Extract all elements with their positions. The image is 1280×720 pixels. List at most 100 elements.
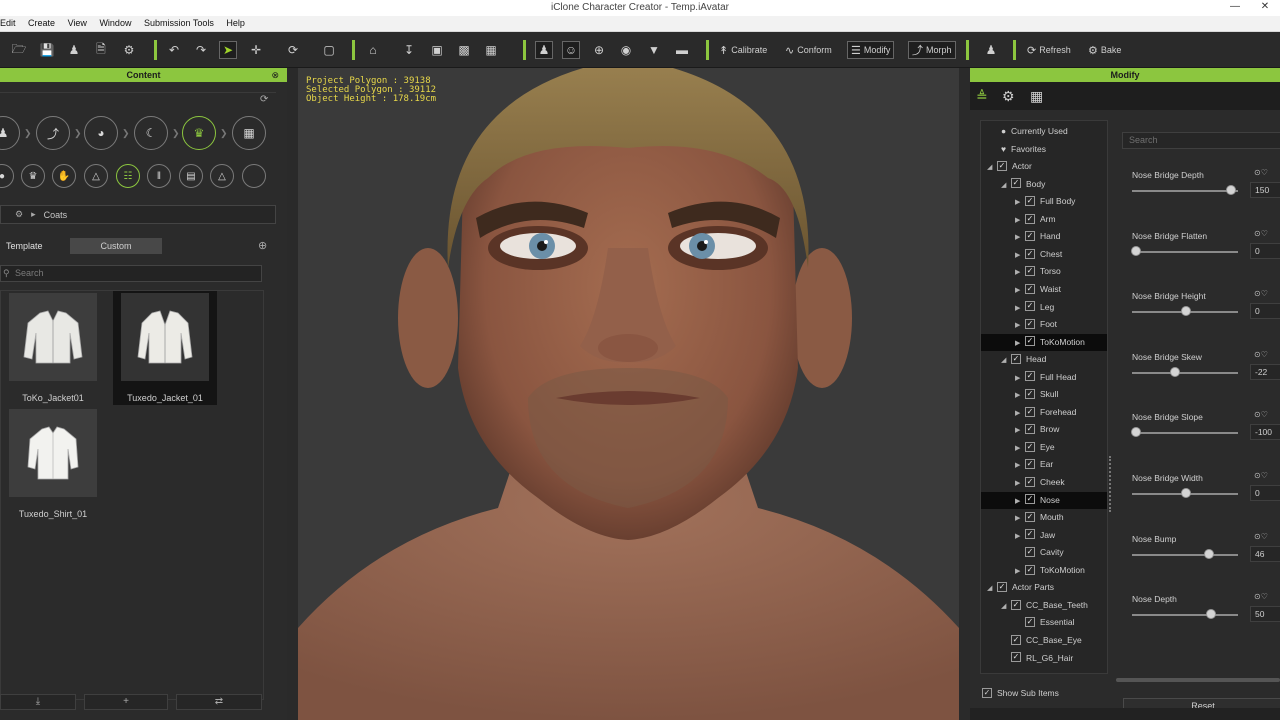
right-splitter[interactable] [959,68,970,720]
import-character-icon[interactable]: ♟ [65,41,83,59]
tree-item[interactable]: ◢ ✓ Head [981,351,1107,368]
bounding-box-icon[interactable]: ▬ [673,41,691,59]
expand-icon[interactable]: ▶ [1015,335,1025,352]
show-sub-items-checkbox[interactable]: ✓ Show Sub Items [982,686,1059,700]
tree-item[interactable]: ▶ ✓ Brow [981,421,1107,438]
slider-track[interactable] [1132,250,1238,253]
refresh-button[interactable]: ⟳ Refresh [1024,41,1074,59]
export-icon[interactable]: 🗎 [92,41,110,59]
content-item[interactable]: ToKo_Jacket01 [1,293,105,403]
expand-icon[interactable]: ▶ [1015,405,1025,422]
tree-checkbox[interactable]: ✓ [1025,617,1035,628]
tree-checkbox[interactable]: ✓ [1025,266,1035,277]
expand-icon[interactable]: ▶ [1015,317,1025,334]
tree-checkbox[interactable]: ✓ [1011,634,1021,645]
category-hair-icon[interactable]: ☾ [134,116,168,150]
download-button[interactable]: ⤓ [0,694,76,710]
sub-coat-icon[interactable]: ☷ [116,164,140,188]
tree-checkbox[interactable]: ✓ [1025,459,1035,470]
tree-scrollbar[interactable] [1109,456,1111,512]
sub-hat-icon[interactable]: ● [0,164,14,188]
lock-favorite-icon[interactable]: ⊙♡ [1254,471,1268,480]
tree-checkbox[interactable]: ✓ [1025,494,1035,505]
expand-icon[interactable]: ▶ [1015,493,1025,510]
slider-track[interactable] [1132,614,1238,617]
expand-icon[interactable]: ▶ [1015,387,1025,404]
sub-accessory-icon[interactable]: △ [210,164,234,188]
expand-icon[interactable]: ▶ [1015,510,1025,527]
replace-button[interactable]: ⇄ [176,694,262,710]
tree-checkbox[interactable]: ✓ [1025,195,1035,206]
morph-search-input[interactable]: Search [1122,132,1280,149]
tree-item[interactable]: ▶ ✓ Torso [981,263,1107,280]
lock-favorite-icon[interactable]: ⊙♡ [1254,592,1268,601]
tree-item[interactable]: ▶ ✓ Full Head [981,369,1107,386]
undo-icon[interactable]: ↶ [165,41,183,59]
expand-icon[interactable]: ▶ [1015,370,1025,387]
grid-floor-icon[interactable]: ▼ [645,41,663,59]
morph-button[interactable]: ⤴ Morph [908,41,956,59]
expand-icon[interactable]: ▶ [1015,457,1025,474]
tree-checkbox[interactable]: ✓ [1025,564,1035,575]
head-view-icon[interactable]: ☺ [562,41,580,59]
tree-checkbox[interactable]: ✓ [1011,652,1021,663]
frame-all-icon[interactable]: ▣ [428,41,446,59]
tree-item[interactable]: ▶ ✓ Ear [981,456,1107,473]
tree-item[interactable]: ▶ ✓ Hand [981,228,1107,245]
character-pose-icon[interactable]: ♟ [982,41,1000,59]
sub-pants-icon[interactable]: ‖ [147,164,171,188]
zoom-fit-icon[interactable]: ▦ [482,41,500,59]
tree-checkbox[interactable]: ✓ [1025,511,1035,522]
tree-item[interactable]: ♥ Favorites [981,141,1107,158]
slider-knob[interactable] [1204,548,1214,559]
slider-track[interactable] [1132,432,1238,435]
menu-submission-tools[interactable]: Submission Tools [139,16,219,30]
tree-checkbox[interactable]: ✓ [1025,529,1035,540]
panel-close-icon[interactable]: ⊗ [271,68,279,82]
tree-item[interactable]: ▶ ✓ Jaw [981,527,1107,544]
rotate-tool-icon[interactable]: ⟳ [284,41,302,59]
redo-icon[interactable]: ↷ [192,41,210,59]
body-view-icon[interactable]: ♟ [535,41,553,59]
appearance-icon[interactable]: ⚙ [1002,88,1015,105]
tree-item[interactable]: ▶ ✓ Nose [981,491,1107,510]
tab-custom[interactable]: Custom [70,238,162,254]
eye-icon[interactable]: ◉ [617,41,635,59]
tree-item[interactable]: ▶ ✓ Forehead [981,404,1107,421]
tree-checkbox[interactable]: ✓ [997,582,1007,593]
add-button[interactable]: + [84,694,168,710]
tree-item[interactable]: ▶ ✓ Waist [981,281,1107,298]
menu-edit[interactable]: Edit [0,16,21,30]
minimize-button[interactable]: — [1220,0,1250,16]
tree-item[interactable]: ▶ ✓ Full Body [981,193,1107,210]
tab-template[interactable]: Template [0,238,70,254]
slider-knob[interactable] [1206,609,1216,620]
param-value-field[interactable]: 46 [1250,545,1280,562]
collapse-icon[interactable]: ◢ [987,159,997,176]
expand-icon[interactable]: ▶ [1015,264,1025,281]
tree-checkbox[interactable]: ✓ [1025,424,1035,435]
menu-help[interactable]: Help [221,16,250,30]
menu-view[interactable]: View [63,16,92,30]
expand-icon[interactable]: ▶ [1015,300,1025,317]
expand-icon[interactable]: ▶ [1015,563,1025,580]
tree-item[interactable]: ✓ CC_Base_Eye [981,632,1107,649]
tree-checkbox[interactable]: ✓ [1011,178,1021,189]
move-tool-icon[interactable]: ✛ [247,41,265,59]
slider-knob[interactable] [1181,306,1191,317]
slider-track[interactable] [1132,371,1238,374]
tree-item[interactable]: ◢ ✓ CC_Base_Teeth [981,597,1107,614]
tree-item[interactable]: ▶ ✓ Foot [981,316,1107,333]
param-value-field[interactable]: 50 [1250,606,1280,623]
collapse-icon[interactable]: ◢ [987,580,997,597]
close-button[interactable]: ✕ [1250,0,1280,16]
scale-tool-icon[interactable]: ▢ [320,41,338,59]
tree-item[interactable]: ▶ ✓ Arm [981,211,1107,228]
param-value-field[interactable]: 0 [1250,303,1280,320]
select-tool-icon[interactable]: ➤ [219,41,237,59]
sub-empty-icon[interactable] [242,164,266,188]
lock-favorite-icon[interactable]: ⊙♡ [1254,410,1268,419]
tree-item[interactable]: ▶ ✓ Mouth [981,509,1107,526]
conform-button[interactable]: ∿ Conform [782,41,835,59]
slider-knob[interactable] [1131,245,1141,256]
